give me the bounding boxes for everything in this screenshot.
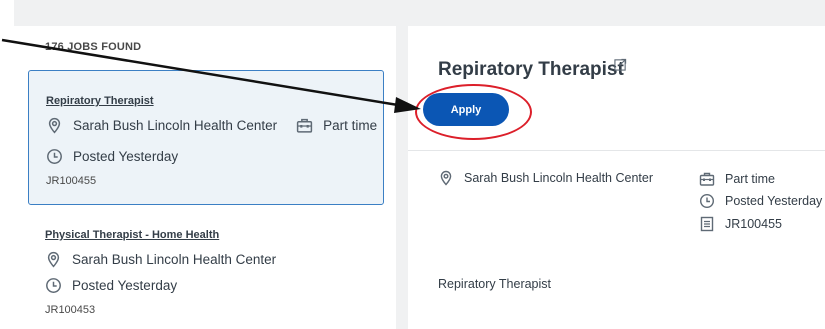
detail-req-id: JR100455 xyxy=(699,216,782,232)
job-card-location: Sarah Bush Lincoln Health Center xyxy=(45,251,276,268)
job-card-selected[interactable]: Repiratory Therapist Sarah Bush Lincoln … xyxy=(28,70,384,205)
req-id-text: JR100455 xyxy=(725,217,782,231)
posted-text: Posted Yesterday xyxy=(73,149,179,164)
detail-location: Sarah Bush Lincoln Health Center xyxy=(438,170,653,186)
location-text: Sarah Bush Lincoln Health Center xyxy=(73,118,278,133)
job-search-page: 176 JOBS FOUND Repiratory Therapist Sara… xyxy=(0,0,825,329)
job-card-req-id: JR100455 xyxy=(46,175,97,187)
job-card-title-link[interactable]: Repiratory Therapist xyxy=(46,95,154,107)
job-card-title-link[interactable]: Physical Therapist - Home Health xyxy=(45,229,219,241)
document-icon xyxy=(700,216,714,232)
location-text: Sarah Bush Lincoln Health Center xyxy=(72,252,277,267)
time-type-text: Part time xyxy=(323,118,378,133)
job-card-posted: Posted Yesterday xyxy=(46,148,178,165)
posted-text: Posted Yesterday xyxy=(72,278,178,293)
location-text: Sarah Bush Lincoln Health Center xyxy=(464,171,654,185)
job-card[interactable]: Physical Therapist - Home Health Sarah B… xyxy=(28,207,384,329)
job-detail-title: Repiratory Therapist xyxy=(438,59,624,80)
location-pin-icon xyxy=(440,170,452,186)
clock-icon xyxy=(47,149,62,164)
clock-icon xyxy=(46,278,61,293)
location-pin-icon xyxy=(47,251,60,268)
detail-divider xyxy=(408,150,825,151)
briefcase-icon xyxy=(296,118,313,133)
location-pin-icon xyxy=(48,117,61,134)
detail-posted: Posted Yesterday xyxy=(699,193,822,209)
job-description: Repiratory Therapist xyxy=(438,277,552,291)
clock-icon xyxy=(699,193,715,209)
briefcase-icon xyxy=(699,172,715,186)
job-card-posted: Posted Yesterday xyxy=(45,277,177,294)
posted-text: Posted Yesterday xyxy=(725,194,823,208)
job-card-location: Sarah Bush Lincoln Health Center Part ti… xyxy=(46,117,377,134)
jobs-found-count: 176 JOBS FOUND xyxy=(45,41,142,53)
job-card-req-id: JR100453 xyxy=(45,304,96,316)
external-link-icon[interactable] xyxy=(614,58,627,71)
time-type-text: Part time xyxy=(725,172,776,186)
annotation-circle xyxy=(415,84,532,140)
detail-time-type: Part time xyxy=(699,171,775,187)
